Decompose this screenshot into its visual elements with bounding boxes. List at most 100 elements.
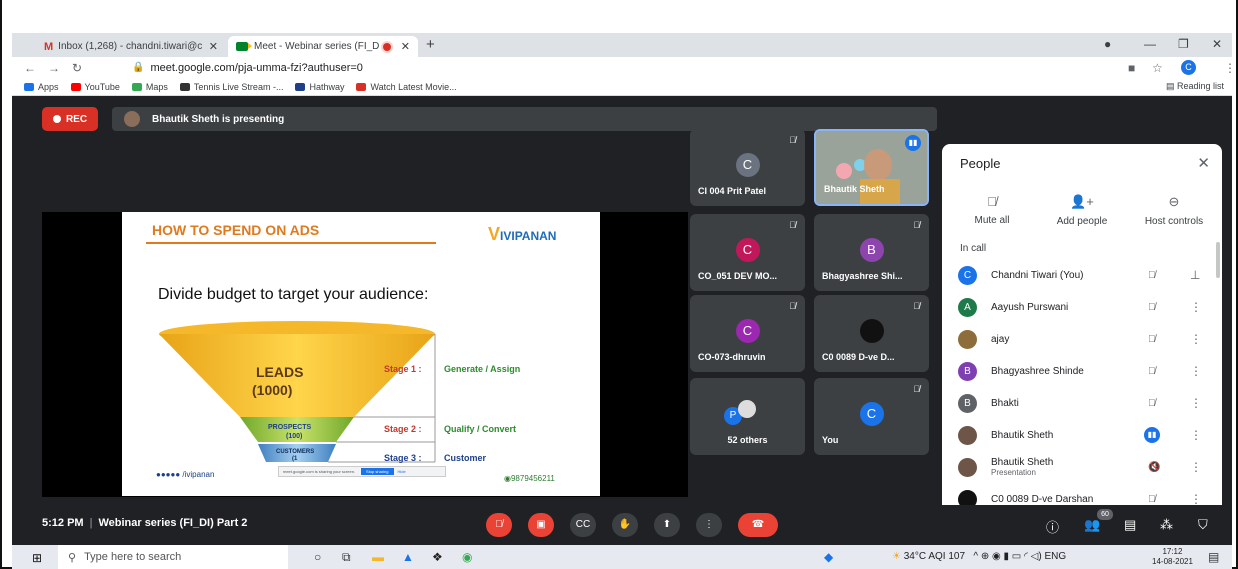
toggle-icon: ⊖ xyxy=(1168,194,1180,209)
presentation-view[interactable]: HOW TO SPEND ON ADS VIVIPANAN Divide bud… xyxy=(42,212,688,497)
participant-row[interactable]: Bhautik Sheth ▮▮ ⋮ xyxy=(958,419,1210,451)
mic-toggle-button[interactable]: 🎙̸ xyxy=(486,513,512,537)
tray-icons[interactable]: ^ ⊕ ◉ ▮ ▭ ◜ ◁) xyxy=(968,551,1045,562)
language-indicator[interactable]: ENG xyxy=(1044,551,1066,562)
participant-row[interactable]: C Chandni Tiwari (You) 🎙̸ ⊥ xyxy=(958,259,1210,291)
more-options-icon[interactable]: ⋮ xyxy=(1190,300,1202,314)
tab-gmail-inbox[interactable]: M Inbox (1,268) - chandni.tiwari@c ✕ xyxy=(36,36,226,57)
present-button[interactable]: ⬆ xyxy=(654,513,680,537)
restore-icon[interactable]: ❐ xyxy=(1178,37,1189,51)
participant-tile[interactable]: 🎙̸ C0 0089 D-ve D... xyxy=(814,295,929,372)
people-icon: 👥 xyxy=(1084,517,1101,532)
participant-tile[interactable]: 🎙̸ C CO-073-dhruvin xyxy=(690,295,805,372)
avatar xyxy=(958,425,977,445)
avatar[interactable]: C xyxy=(1181,60,1196,75)
store-icon[interactable]: ▲ xyxy=(402,550,414,564)
clock[interactable]: 17:12 14-08-2021 xyxy=(1152,547,1193,567)
hide-button[interactable]: Hide xyxy=(398,469,406,474)
cortana-icon[interactable]: ○ xyxy=(314,550,321,564)
bookmark-apps[interactable]: Apps xyxy=(24,82,59,92)
meet-control-bar: 5:12 PM | Webinar series (FI_DI) Part 2 🎙̸… xyxy=(12,505,1232,545)
maps-icon xyxy=(131,82,142,91)
bookmark-youtube[interactable]: YouTube xyxy=(70,82,120,92)
activities-button[interactable]: ⁂ xyxy=(1160,517,1173,533)
mic-off-icon: 🎙̸ xyxy=(1148,493,1156,505)
pin-icon[interactable]: ⊥ xyxy=(1190,268,1200,282)
leave-call-button[interactable]: ☎ xyxy=(738,513,778,537)
add-people-button[interactable]: 👤+ Add people xyxy=(1042,194,1122,227)
camera-toggle-button[interactable]: ▣ xyxy=(528,513,554,537)
participant-tile[interactable]: 🎙̸ C CI 004 Prit Patel xyxy=(690,129,805,206)
notifications-icon[interactable]: ▤ xyxy=(1208,550,1219,564)
avatar: B xyxy=(958,361,977,381)
forward-icon[interactable]: → xyxy=(48,61,60,75)
participant-tile-active-speaker[interactable]: ▮▮ Bhautik Sheth xyxy=(814,129,929,206)
more-options-icon[interactable]: ⋮ xyxy=(1190,332,1202,346)
menu-icon[interactable]: ⋮ xyxy=(1224,61,1232,75)
bookmark-tennis[interactable]: Tennis Live Stream -... xyxy=(179,82,283,92)
minimize-icon[interactable]: — xyxy=(1144,37,1156,51)
funnel-customers-label: CUSTOMERS xyxy=(276,449,315,455)
participant-row[interactable]: A Aayush Purswani 🎙̸ ⋮ xyxy=(958,291,1210,323)
more-options-icon[interactable]: ⋮ xyxy=(1190,492,1202,506)
participant-row[interactable]: B Bhakti 🎙̸ ⋮ xyxy=(958,387,1210,419)
close-icon[interactable]: ✕ xyxy=(401,40,410,53)
back-icon[interactable]: ← xyxy=(24,61,36,75)
bookmark-maps[interactable]: Maps xyxy=(131,82,168,92)
more-options-icon[interactable]: ⋮ xyxy=(1190,396,1202,410)
app-icon[interactable]: ◆ xyxy=(824,550,833,564)
host-controls-button[interactable]: ⊖ Host controls xyxy=(1132,194,1216,227)
chrome-icon[interactable]: ◉ xyxy=(462,550,472,564)
close-window-icon[interactable]: ✕ xyxy=(1212,37,1222,51)
url-input[interactable]: 🔒 meet.google.com/pja-umma-fzi?authuser=… xyxy=(132,59,1092,76)
more-options-icon[interactable]: ⋮ xyxy=(1190,460,1202,474)
weather-text[interactable]: 34°C AQI 107 xyxy=(904,551,965,562)
captions-button[interactable]: CC xyxy=(570,513,596,537)
bookmark-label: Apps xyxy=(38,81,59,92)
mute-all-button[interactable]: 🎙̸ Mute all xyxy=(952,194,1032,226)
stage-1-action: Generate / Assign xyxy=(444,364,521,374)
participant-tile[interactable]: 🎙̸ C CO_051 DEV MO... xyxy=(690,214,805,291)
meeting-details-button[interactable]: ⓘ xyxy=(1046,517,1059,536)
close-icon[interactable]: ✕ xyxy=(1197,154,1210,172)
chat-button[interactable]: ▤ xyxy=(1124,517,1136,533)
tab-meet[interactable]: Meet - Webinar series (FI_D ✕ xyxy=(228,36,418,57)
more-options-button[interactable]: ⋮ xyxy=(696,513,722,537)
mic-off-icon: 🎙̸ xyxy=(1148,301,1156,313)
others-tile[interactable]: P 52 others xyxy=(690,378,805,455)
info-icon: ⓘ xyxy=(1046,520,1060,535)
mic-off-icon: 🎙̸ xyxy=(913,384,920,394)
star-icon[interactable]: ☆ xyxy=(1152,61,1163,75)
participant-row[interactable]: Bhautik Sheth Presentation 🔇 ⋮ xyxy=(958,451,1210,483)
participant-row[interactable]: B Bhagyashree Shinde 🎙̸ ⋮ xyxy=(958,355,1210,387)
bookmark-hathway[interactable]: Hathway xyxy=(295,82,344,92)
reading-list-button[interactable]: ▤ Reading list xyxy=(1166,81,1224,92)
windows-start-icon[interactable]: ⊞ xyxy=(32,551,42,565)
people-button[interactable]: 👥 xyxy=(1084,517,1100,533)
close-icon[interactable]: ✕ xyxy=(209,40,218,53)
browser-tab-bar: M Inbox (1,268) - chandni.tiwari@c ✕ Mee… xyxy=(12,33,1232,57)
slide: HOW TO SPEND ON ADS VIVIPANAN Divide bud… xyxy=(122,212,600,496)
participant-tile[interactable]: 🎙̸ B Bhagyashree Shi... xyxy=(814,214,929,291)
more-options-icon[interactable]: ⋮ xyxy=(1190,428,1202,442)
file-explorer-icon[interactable]: ▬ xyxy=(372,550,384,564)
self-tile[interactable]: 🎙̸ C You xyxy=(814,378,929,455)
participant-name: CI 004 Prit Patel xyxy=(698,186,767,196)
bookmark-movies[interactable]: Watch Latest Movie... xyxy=(356,82,457,92)
task-view-icon[interactable]: ⧉ xyxy=(342,550,351,565)
search-placeholder: Type here to search xyxy=(84,551,182,563)
raise-hand-button[interactable]: ✋ xyxy=(612,513,638,537)
dropbox-icon[interactable]: ❖ xyxy=(432,550,443,564)
stop-sharing-button[interactable]: Stop sharing xyxy=(361,468,394,475)
camera-icon[interactable]: ■ xyxy=(1128,61,1135,75)
scrollbar[interactable] xyxy=(1216,242,1220,278)
participant-row[interactable]: ajay 🎙̸ ⋮ xyxy=(958,323,1210,355)
recording-button[interactable]: REC xyxy=(42,107,98,131)
host-controls-button[interactable]: ⛉ xyxy=(1198,517,1208,533)
stage-3-action: Customer xyxy=(444,453,487,463)
reload-icon[interactable]: ↻ xyxy=(72,61,82,75)
more-options-icon[interactable]: ⋮ xyxy=(1190,364,1202,378)
taskbar-search-input[interactable]: ⚲ Type here to search xyxy=(58,545,288,569)
presentation-audio-icon: 🔇 xyxy=(1148,461,1161,473)
new-tab-icon[interactable]: + xyxy=(426,36,435,53)
